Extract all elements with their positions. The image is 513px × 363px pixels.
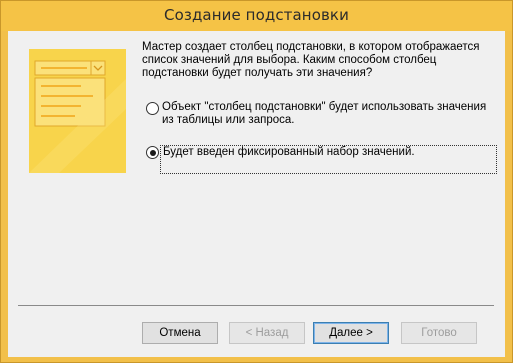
footer-divider (18, 305, 494, 306)
combo-list-illustration-icon (29, 49, 126, 173)
title-bar: Создание подстановки (1, 1, 512, 31)
wizard-intro-text: Мастер создает столбец подстановки, в ко… (142, 41, 480, 79)
radio-table-query[interactable] (146, 102, 159, 115)
option-fixed-values[interactable]: Будет введен фиксированный набор значени… (146, 145, 497, 174)
next-button[interactable]: Далее > (313, 322, 389, 344)
finish-button[interactable]: Готово (401, 322, 477, 344)
option-table-query[interactable]: Объект "столбец подстановки" будет испол… (146, 101, 492, 127)
radio-fixed-values[interactable] (146, 146, 159, 159)
wizard-client-area: Мастер создает столбец подстановки, в ко… (8, 31, 505, 357)
option-table-query-label[interactable]: Объект "столбец подстановки" будет испол… (162, 101, 492, 127)
wizard-window: Создание подстановки Мастер создает стол… (0, 0, 513, 363)
option-fixed-values-label[interactable]: Будет введен фиксированный набор значени… (160, 145, 497, 174)
lookup-wizard-illustration (29, 49, 126, 173)
back-button[interactable]: < Назад (229, 322, 305, 344)
window-title: Создание подстановки (164, 6, 349, 24)
cancel-button[interactable]: Отмена (142, 322, 218, 344)
